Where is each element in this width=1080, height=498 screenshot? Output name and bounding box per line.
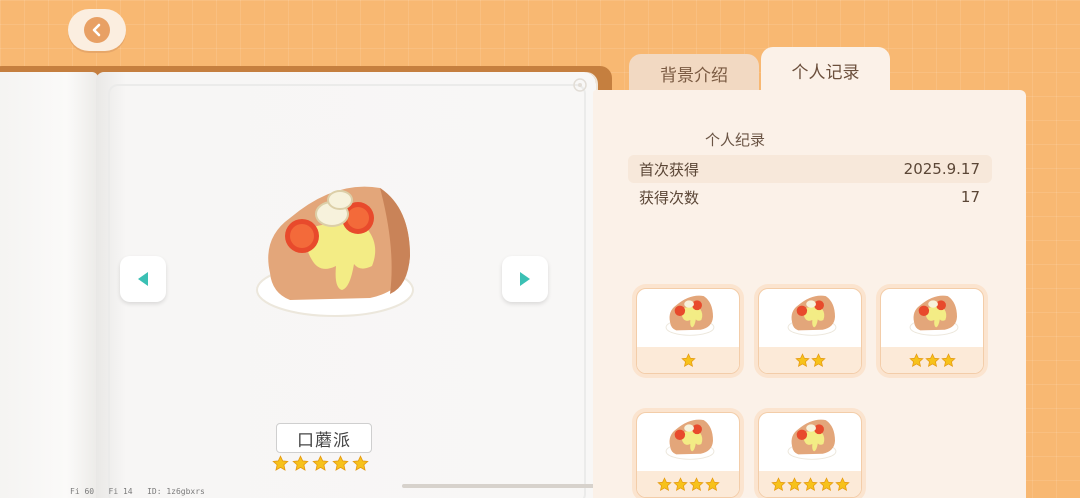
food-thumbnail — [787, 419, 837, 460]
variant-stars — [759, 347, 861, 373]
star-icon — [940, 352, 956, 367]
item-star-rating — [272, 455, 369, 472]
variant-stars — [637, 347, 739, 373]
record-row-first-obtained: 首次获得 2025.9.17 — [628, 155, 992, 183]
next-item-button[interactable] — [502, 256, 548, 302]
back-button[interactable] — [68, 9, 126, 51]
star-icon — [332, 455, 349, 471]
tab-background[interactable]: 背景介绍 — [629, 54, 759, 92]
tab-personal-record[interactable]: 个人记录 — [761, 47, 890, 93]
right-arrow-icon — [520, 272, 530, 286]
variant-stars — [637, 471, 739, 497]
debug-overlay: Fi 60 Fi 14 ID: 1z6gbxrs — [70, 487, 205, 496]
star-icon — [908, 352, 924, 367]
star-icon — [834, 476, 850, 491]
record-label: 首次获得 — [639, 160, 700, 179]
record-section-title: 个人纪录 — [705, 131, 766, 149]
back-arrow-icon — [84, 17, 110, 43]
variant-card[interactable] — [632, 408, 744, 498]
left-arrow-icon — [138, 272, 148, 286]
food-thumbnail — [909, 295, 959, 336]
star-icon — [272, 455, 289, 471]
variant-stars — [759, 471, 861, 497]
variant-card[interactable] — [754, 408, 866, 498]
variant-card[interactable] — [754, 284, 866, 378]
star-icon — [924, 352, 940, 367]
star-icon — [794, 352, 810, 367]
record-value: 17 — [960, 188, 980, 206]
star-icon — [770, 476, 786, 491]
record-row-obtain-count: 获得次数 17 — [628, 183, 992, 211]
prev-item-button[interactable] — [120, 256, 166, 302]
food-thumbnail — [665, 419, 715, 460]
star-icon — [810, 352, 826, 367]
star-icon — [352, 455, 369, 471]
star-icon — [704, 476, 720, 491]
food-illustration — [250, 178, 420, 332]
star-icon — [688, 476, 704, 491]
item-name-plate: 口蘑派 — [276, 423, 372, 453]
star-icon — [672, 476, 688, 491]
food-thumbnail — [787, 295, 837, 336]
food-thumbnail — [665, 295, 715, 336]
variant-stars — [881, 347, 983, 373]
star-icon — [312, 455, 329, 471]
variant-card[interactable] — [632, 284, 744, 378]
star-icon — [786, 476, 802, 491]
book-left-page — [0, 72, 98, 498]
star-icon — [656, 476, 672, 491]
star-icon — [292, 455, 309, 471]
record-label: 获得次数 — [639, 188, 700, 207]
star-icon — [802, 476, 818, 491]
star-icon — [680, 352, 696, 367]
record-value: 2025.9.17 — [903, 160, 980, 178]
star-icon — [818, 476, 834, 491]
corner-ornament-icon — [571, 76, 589, 98]
variant-card[interactable] — [876, 284, 988, 378]
